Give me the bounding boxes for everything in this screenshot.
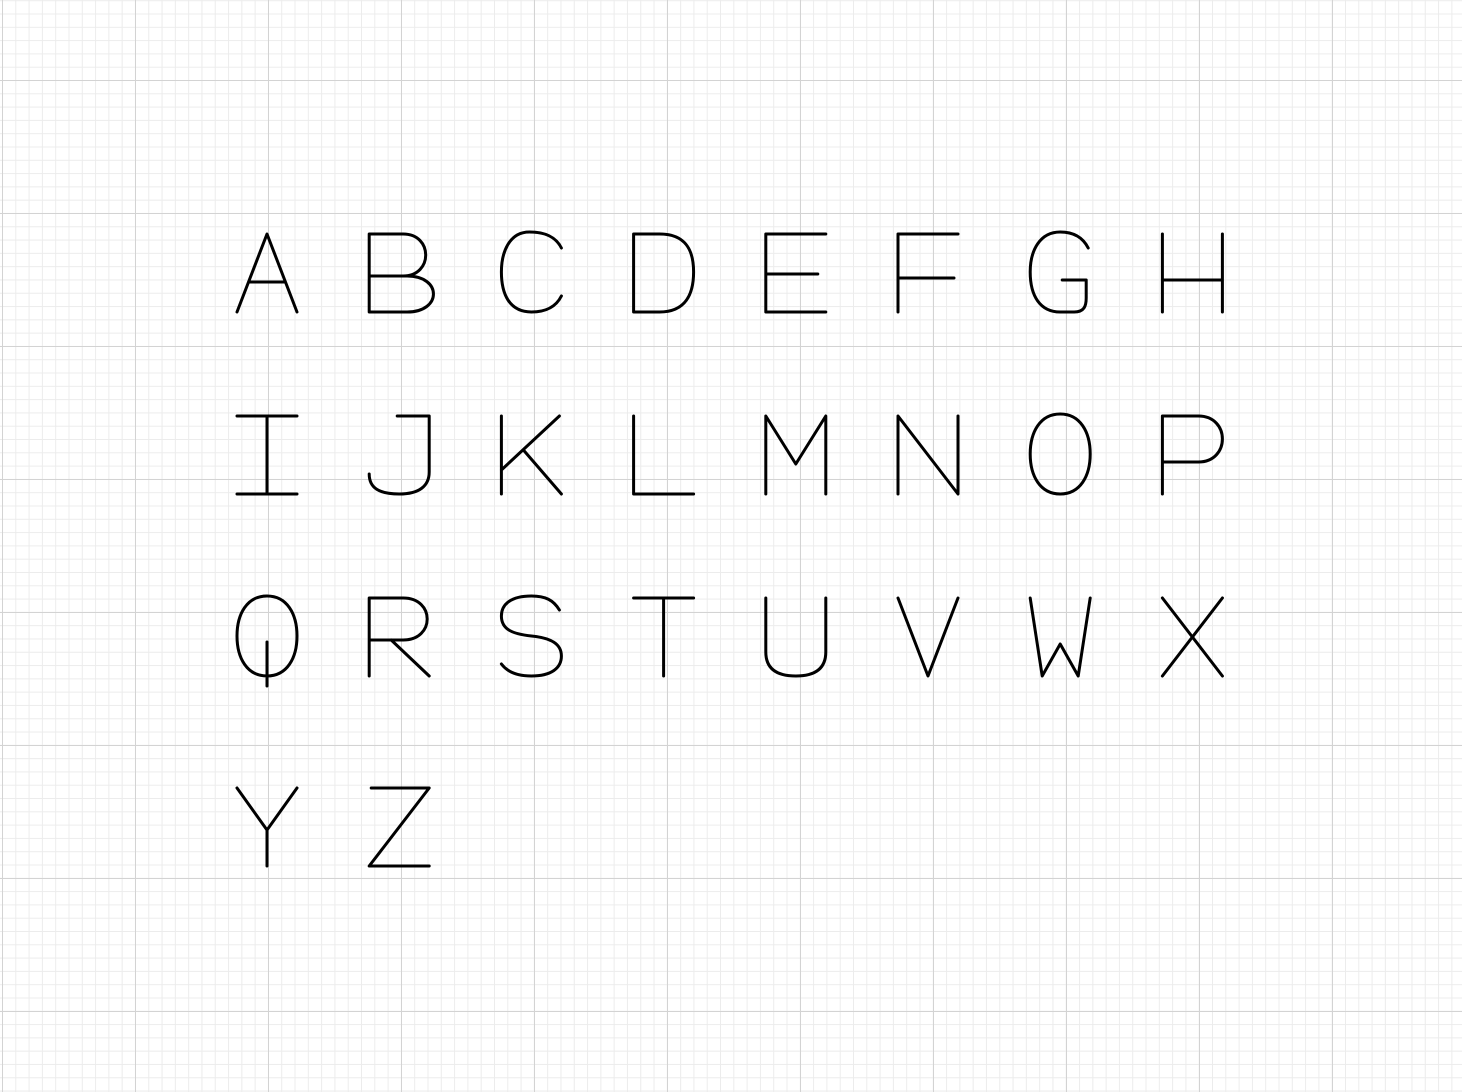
letter-k-stroke <box>499 414 563 496</box>
letter-i <box>235 414 299 496</box>
letter-a <box>235 232 299 314</box>
letter-t <box>632 596 696 678</box>
letter-u <box>764 596 828 678</box>
letter-l <box>632 414 696 496</box>
letter-j-stroke <box>367 414 431 496</box>
letter-v <box>896 596 960 678</box>
letter-g <box>1028 230 1090 314</box>
grid-canvas <box>0 0 1462 1092</box>
letter-g-stroke <box>1028 230 1090 314</box>
letter-m <box>764 414 828 496</box>
letter-l-stroke <box>632 414 696 496</box>
letter-w-stroke <box>1028 596 1092 678</box>
letter-s <box>499 594 563 678</box>
letter-x <box>1160 596 1224 678</box>
letter-r-stroke <box>367 596 431 678</box>
letter-e <box>764 232 828 314</box>
letter-n-stroke <box>896 414 960 496</box>
letter-a-stroke <box>235 232 299 314</box>
letter-k <box>499 414 563 496</box>
letter-n <box>896 414 960 496</box>
letter-d <box>632 232 696 314</box>
letter-j <box>367 414 431 496</box>
letter-c-stroke <box>499 230 563 314</box>
letter-b <box>367 232 435 314</box>
letter-p <box>1160 414 1224 496</box>
letter-o-stroke <box>1028 412 1092 496</box>
letter-t-stroke <box>632 596 696 678</box>
letter-y <box>235 786 299 868</box>
letter-q <box>235 594 299 688</box>
letter-b-stroke <box>367 232 435 314</box>
letter-o <box>1028 412 1092 496</box>
letter-h <box>1160 232 1224 314</box>
letter-r <box>367 596 431 678</box>
letter-u-stroke <box>764 596 828 678</box>
letter-z <box>367 786 431 868</box>
letter-f <box>896 232 960 314</box>
letter-x-stroke <box>1160 596 1224 678</box>
letter-d-stroke <box>632 232 696 314</box>
letter-y-stroke <box>235 786 299 868</box>
letter-w <box>1028 596 1092 678</box>
letter-h-stroke <box>1160 232 1224 314</box>
letter-p-stroke <box>1160 414 1224 496</box>
letter-i-stroke <box>235 414 299 496</box>
letter-m-stroke <box>764 414 828 496</box>
letter-z-stroke <box>367 786 431 868</box>
alphabet-drawing <box>235 230 1224 868</box>
letter-c <box>499 230 563 314</box>
letter-q-stroke <box>235 594 299 688</box>
letter-s-stroke <box>499 594 563 678</box>
letter-f-stroke <box>896 232 960 314</box>
letter-e-stroke <box>764 232 828 314</box>
letter-v-stroke <box>896 596 960 678</box>
